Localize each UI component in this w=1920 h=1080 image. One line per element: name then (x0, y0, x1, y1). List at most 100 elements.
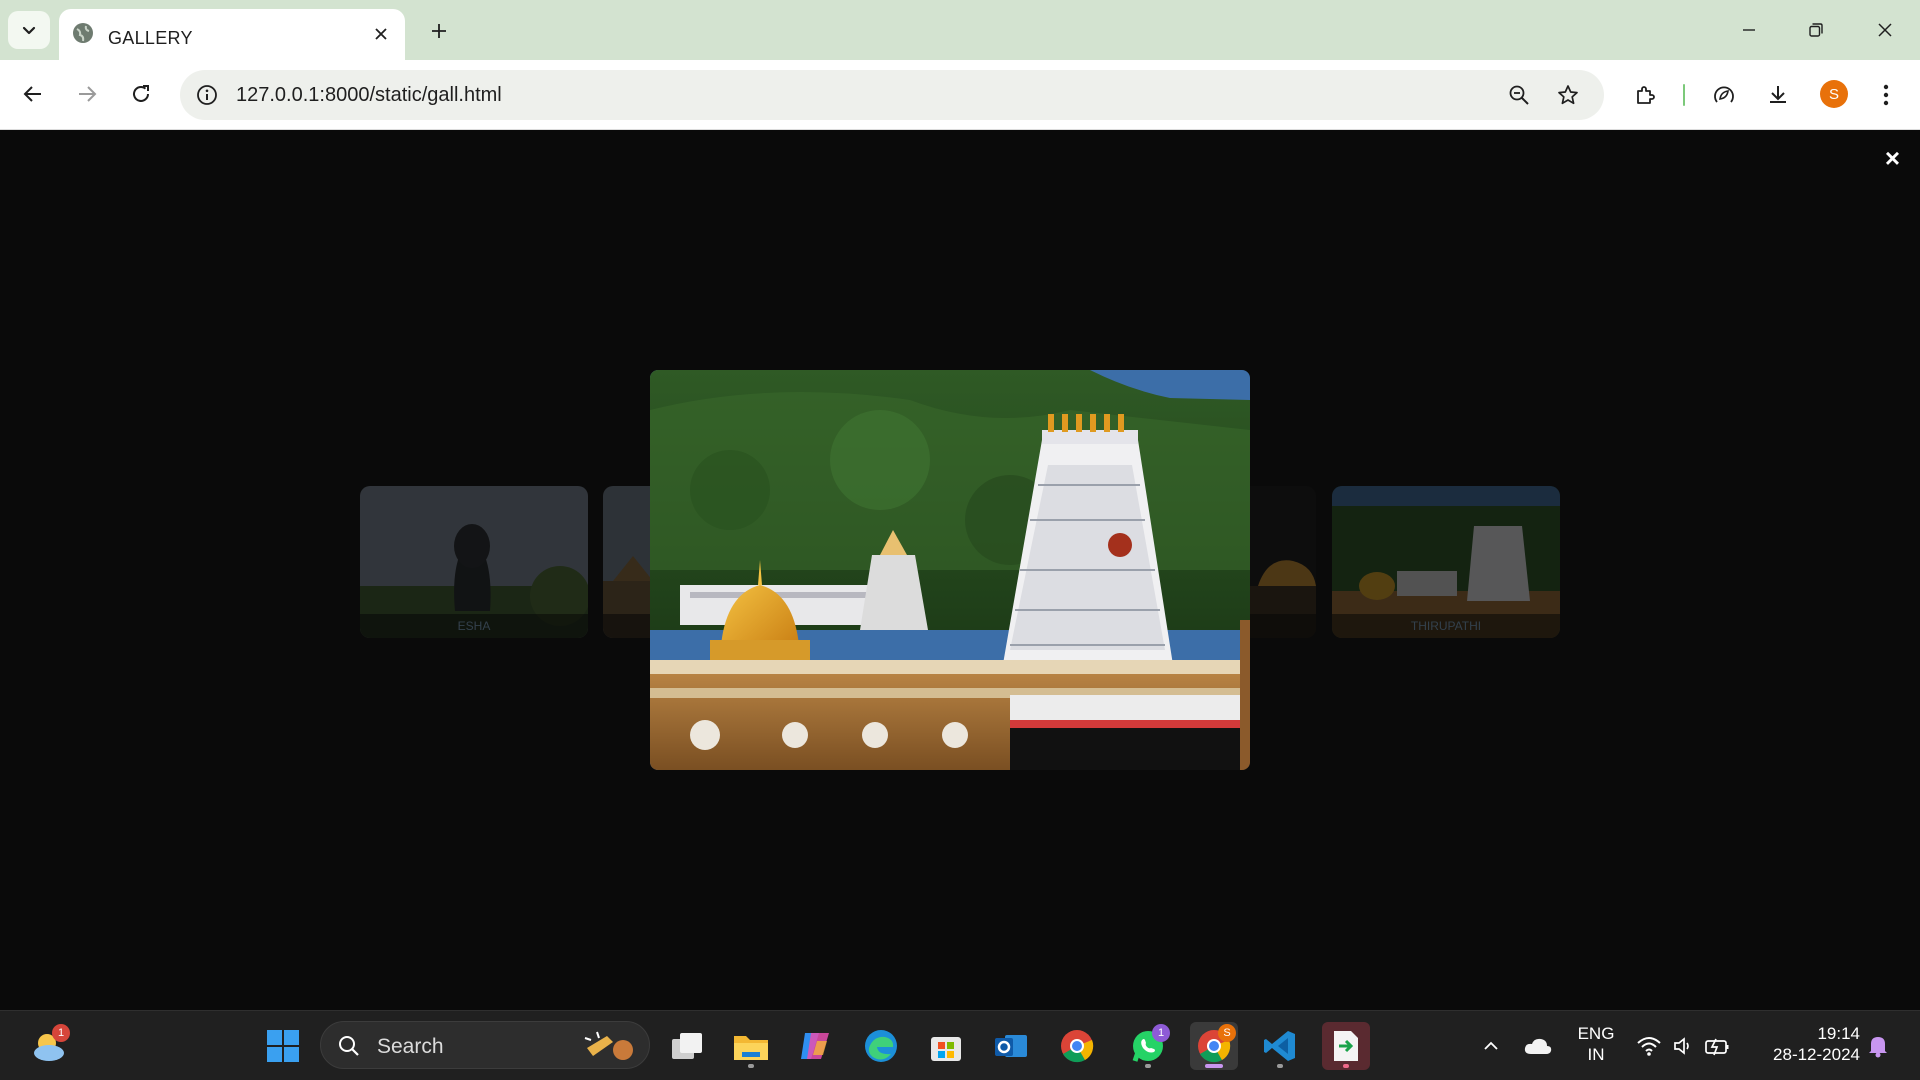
taskbar-search-box[interactable]: Search (320, 1021, 650, 1069)
whatsapp-badge: 1 (1152, 1024, 1170, 1042)
minimize-icon (1743, 29, 1755, 31)
running-indicator (1343, 1064, 1349, 1068)
onedrive-tray-icon[interactable] (1514, 1022, 1562, 1070)
reload-icon (133, 85, 149, 102)
volume-icon (1674, 1037, 1689, 1055)
search-placeholder: Search (377, 1035, 444, 1058)
chrome-profile-badge: S (1218, 1024, 1236, 1042)
extensions-button[interactable] (1629, 78, 1663, 112)
globe-icon (73, 23, 93, 43)
arrow-left-icon (23, 86, 41, 102)
info-icon (197, 85, 217, 105)
browser-menu-button[interactable] (1869, 78, 1903, 112)
back-button[interactable] (16, 77, 50, 111)
toolbar-separator (1683, 84, 1685, 106)
star-icon (1558, 85, 1578, 105)
gallery-card-thirupathi[interactable]: THIRUPATHI (1332, 486, 1560, 638)
window-close-button[interactable] (1862, 12, 1908, 48)
plus-icon (432, 24, 446, 38)
taskbar-edge[interactable] (857, 1022, 905, 1070)
restore-button[interactable] (1793, 12, 1839, 48)
close-icon (1878, 23, 1892, 37)
browser-toolbar: 127.0.0.1:8000/static/gall.html S (0, 60, 1920, 130)
close-icon (375, 28, 387, 40)
tab-close-button[interactable] (369, 22, 393, 46)
running-indicator (748, 1064, 754, 1068)
active-tab[interactable]: GALLERY (59, 9, 405, 60)
card-caption: THIRUPATHI (1332, 614, 1560, 638)
taskbar-vscode[interactable] (1256, 1022, 1304, 1070)
url-text: 127.0.0.1:8000/static/gall.html (236, 84, 502, 106)
quick-settings-button[interactable] (1628, 1022, 1738, 1070)
chrome-icon (1061, 1030, 1094, 1063)
bookmark-button[interactable] (1553, 80, 1583, 110)
new-tab-button[interactable] (424, 16, 454, 46)
card-caption: ESHA (360, 614, 588, 638)
taskbar-outlook[interactable] (987, 1022, 1035, 1070)
windows-logo-icon (267, 1030, 299, 1062)
input-language[interactable]: ENG IN (1568, 1023, 1624, 1065)
language-code: ENG (1577, 1024, 1615, 1043)
browser-tab-bar: GALLERY (0, 0, 1920, 60)
battery-charging-icon (1705, 1038, 1729, 1056)
chevron-down-icon (22, 26, 36, 35)
address-bar[interactable]: 127.0.0.1:8000/static/gall.html (180, 70, 1604, 120)
clock-time: 19:14 (1817, 1024, 1860, 1043)
taskbar-app-launcher[interactable] (1322, 1022, 1370, 1070)
puzzle-icon (1637, 86, 1655, 104)
gallery-card-esha[interactable]: ESHA (360, 486, 588, 638)
downloads-button[interactable] (1761, 78, 1795, 112)
taskbar-start-button[interactable] (259, 1022, 307, 1070)
clock-date: 28-12-2024 (1773, 1045, 1860, 1064)
speedometer-leaf-icon (1714, 86, 1734, 103)
taskbar-file-explorer[interactable] (727, 1022, 775, 1070)
weather-badge: 1 (52, 1024, 70, 1042)
zoom-button[interactable] (1504, 80, 1534, 110)
minimize-button[interactable] (1726, 12, 1772, 48)
search-icon (339, 1036, 359, 1056)
wifi-icon (1637, 1037, 1661, 1056)
taskbar-task-view[interactable] (663, 1022, 711, 1070)
kebab-menu-icon (1883, 84, 1889, 106)
cloud-icon (1524, 1038, 1552, 1054)
taskbar-chrome-profile[interactable]: S (1190, 1022, 1238, 1070)
featured-image[interactable] (650, 370, 1250, 770)
restore-icon (1809, 23, 1823, 37)
clock[interactable]: 19:14 28-12-2024 (1752, 1023, 1860, 1065)
show-hidden-icons-button[interactable] (1467, 1022, 1515, 1070)
taskbar-copilot[interactable] (791, 1022, 839, 1070)
outlook-icon (995, 1035, 1027, 1057)
taskbar-whatsapp[interactable]: 1 (1124, 1022, 1172, 1070)
profile-avatar[interactable]: S (1820, 80, 1848, 108)
download-icon (1770, 86, 1786, 103)
performance-button[interactable] (1707, 78, 1741, 112)
folder-icon (734, 1036, 768, 1060)
temple-photo (650, 370, 1250, 770)
edge-icon (865, 1030, 897, 1062)
taskbar-weather-widget[interactable]: 1 (24, 1022, 72, 1070)
copilot-icon (801, 1033, 829, 1059)
modal-close-button[interactable]: × (1885, 145, 1900, 171)
chevron-up-icon (1484, 1041, 1498, 1050)
site-info-button[interactable] (192, 80, 222, 110)
taskbar-store[interactable] (922, 1022, 970, 1070)
bell-icon (1869, 1037, 1887, 1058)
running-indicator (1277, 1064, 1283, 1068)
gallery-page: × ESHA THIRUPATHI (0, 131, 1920, 1010)
active-indicator (1205, 1064, 1223, 1068)
arrow-right-icon (79, 86, 97, 102)
notifications-button[interactable] (1854, 1022, 1902, 1070)
reload-button[interactable] (124, 77, 158, 111)
region-code: IN (1587, 1045, 1605, 1064)
file-arrow-icon (1334, 1031, 1358, 1061)
windows-taskbar: 1 Search 1 S ENG IN 19:14 28-12-2024 (0, 1010, 1920, 1080)
vscode-icon (1264, 1031, 1295, 1061)
search-highlight-icon (584, 1031, 633, 1060)
task-view-icon (672, 1033, 702, 1059)
forward-button[interactable] (70, 77, 104, 111)
store-icon (931, 1037, 961, 1061)
taskbar-chrome[interactable] (1053, 1022, 1101, 1070)
tab-search-button[interactable] (8, 11, 50, 49)
running-indicator (1145, 1064, 1151, 1068)
tab-title: GALLERY (108, 28, 193, 48)
